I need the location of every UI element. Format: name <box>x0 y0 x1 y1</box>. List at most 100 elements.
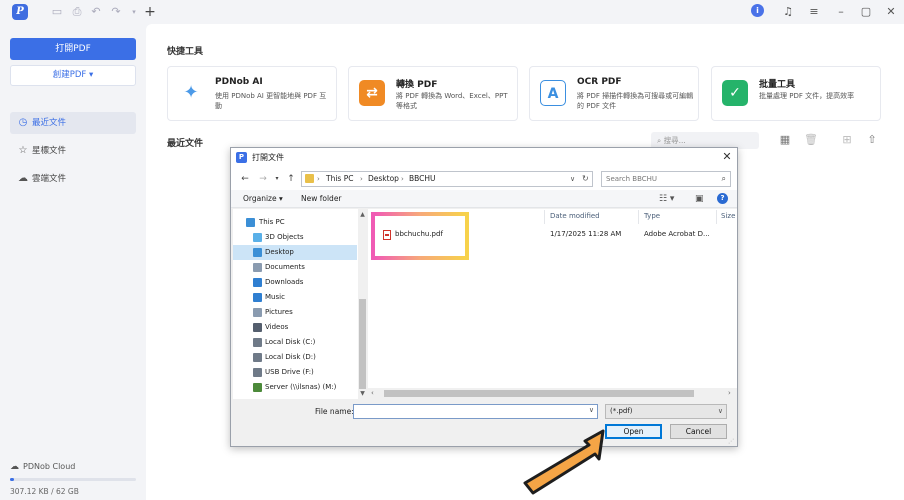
maximize-icon[interactable]: ▢ <box>858 4 874 20</box>
tool-card-convert-pdf[interactable]: ⇄ 轉換 PDF 將 PDF 轉換為 Word、Excel、PPT 等格式 <box>348 66 518 121</box>
file-type-value: (*.pdf) <box>610 407 633 415</box>
desktop-icon <box>253 248 262 257</box>
tree-item-downloads[interactable]: Downloads <box>233 275 357 290</box>
chevron-down-icon[interactable]: ∨ <box>570 172 575 186</box>
help-icon[interactable]: ? <box>717 193 728 204</box>
tool-card-batch[interactable]: ✓ 批量工具 批量處理 PDF 文件，提高效率 <box>711 66 881 121</box>
column-divider[interactable] <box>544 210 545 224</box>
scroll-down-icon[interactable]: ▼ <box>359 390 366 398</box>
breadcrumb-desktop[interactable]: Desktop <box>368 172 399 186</box>
column-divider[interactable] <box>716 210 717 224</box>
dialog-title-bar: P 打開文件 ✕ <box>231 148 737 168</box>
forward-arrow-icon[interactable]: → <box>257 173 269 185</box>
grid-view-icon[interactable]: ▦ <box>778 133 792 147</box>
file-type-select[interactable]: (*.pdf) ∨ <box>605 404 727 419</box>
scroll-right-icon[interactable]: › <box>728 389 731 397</box>
batch-check-icon: ✓ <box>722 80 748 106</box>
open-button[interactable]: Open <box>605 424 662 439</box>
tree-item-usb-drive[interactable]: USB Drive (F:) <box>233 365 357 380</box>
tree-item-videos[interactable]: Videos <box>233 320 357 335</box>
breadcrumb-this-pc[interactable]: This PC <box>326 172 353 186</box>
trash-icon[interactable]: 🗑 <box>804 133 818 147</box>
tree-item-label: Music <box>265 293 285 301</box>
back-arrow-icon[interactable]: ← <box>239 173 251 185</box>
view-options-icon[interactable]: ☷ ▾ <box>659 193 674 205</box>
recent-locations-icon[interactable]: ▾ <box>271 173 283 185</box>
tree-item-desktop[interactable]: Desktop <box>233 245 357 260</box>
preview-pane-icon[interactable]: ▣ <box>695 193 704 205</box>
pdnob-cloud-label[interactable]: ☁ PDNob Cloud <box>10 462 75 472</box>
resize-grip-icon[interactable]: ⋰ <box>728 438 734 445</box>
close-icon[interactable]: ✕ <box>721 151 733 163</box>
scroll-up-icon[interactable]: ▲ <box>359 211 366 219</box>
add-folder-icon[interactable]: ⊞ <box>840 133 854 147</box>
file-list-horizontal-scrollbar[interactable]: ‹ › <box>368 388 737 399</box>
tree-item-label: Desktop <box>265 248 294 256</box>
tree-item-local-disk-c[interactable]: Local Disk (C:) <box>233 335 357 350</box>
info-icon[interactable]: i <box>751 4 764 17</box>
horizontal-scrollbar-thumb[interactable] <box>384 390 694 397</box>
open-pdf-button[interactable]: 打開PDF <box>10 38 136 60</box>
file-name-input[interactable]: ∨ <box>353 404 598 419</box>
tree-scrollbar-thumb[interactable] <box>359 299 366 389</box>
new-tab-icon[interactable]: + <box>143 5 157 19</box>
bell-icon[interactable]: ♫ <box>780 4 796 20</box>
breadcrumb-separator-icon: › <box>317 175 320 183</box>
chevron-down-icon[interactable]: ∨ <box>589 406 594 414</box>
tree-item-label: USB Drive (F:) <box>265 368 314 376</box>
tree-item-music[interactable]: Music <box>233 290 357 305</box>
app-logo-icon: P <box>12 4 28 20</box>
close-icon[interactable]: ✕ <box>883 4 899 20</box>
cancel-button[interactable]: Cancel <box>670 424 727 439</box>
title-bar: P ▭ ⎙ ↶ ↷ ▾ + i ♫ ≡ – ▢ ✕ <box>0 0 904 24</box>
print-icon[interactable]: ⎙ <box>70 5 84 19</box>
download-icon <box>253 278 262 287</box>
file-name-label: File name: <box>315 407 354 416</box>
tree-scrollbar[interactable]: ▲ ▼ <box>358 209 367 399</box>
chevron-down-icon: ∨ <box>717 407 723 415</box>
new-folder-button[interactable]: New folder <box>301 193 342 205</box>
save-icon[interactable]: ▭ <box>50 5 64 19</box>
ai-sparkle-icon: ✦ <box>183 82 199 103</box>
breadcrumb-bbchu[interactable]: BBCHU <box>409 172 436 186</box>
redo-icon[interactable]: ↷ <box>109 5 123 19</box>
tree-item-3d-objects[interactable]: 3D Objects <box>233 230 357 245</box>
up-arrow-icon[interactable]: ↑ <box>285 173 297 185</box>
column-header-date[interactable]: Date modified <box>550 212 600 220</box>
tree-item-server[interactable]: Server (\\ilsnas) (M:) <box>233 380 357 395</box>
share-icon[interactable]: ⇧ <box>865 133 879 147</box>
create-pdf-button[interactable]: 創建PDF ▾ <box>10 65 136 86</box>
column-header-size[interactable]: Size <box>721 212 735 220</box>
dialog-title: 打開文件 <box>252 153 284 162</box>
tree-item-this-pc[interactable]: This PC <box>233 215 357 230</box>
search-icon: ⌕ <box>721 174 726 183</box>
tool-card-pdnob-ai[interactable]: ✦ PDNob AI 使用 PDNob AI 更智能地與 PDF 互動 <box>167 66 337 121</box>
tree-item-label: 3D Objects <box>265 233 304 241</box>
sidebar-item-recent[interactable]: ◷ 最近文件 <box>10 112 136 134</box>
column-header-type[interactable]: Type <box>644 212 660 220</box>
tree-item-pictures[interactable]: Pictures <box>233 305 357 320</box>
dropdown-icon[interactable]: ▾ <box>127 5 141 19</box>
tree-item-local-disk-d[interactable]: Local Disk (D:) <box>233 350 357 365</box>
organize-button[interactable]: Organize ▾ <box>243 193 283 205</box>
undo-icon[interactable]: ↶ <box>89 5 103 19</box>
sidebar-item-starred[interactable]: ☆ 星標文件 <box>10 140 136 162</box>
menu-icon[interactable]: ≡ <box>806 4 822 20</box>
tool-card-ocr-pdf[interactable]: A OCR PDF 將 PDF 掃描件轉換為可搜尋或可編輯的 PDF 文件 <box>529 66 699 121</box>
command-bar: Organize ▾ New folder ☷ ▾ ▣ ? <box>231 190 737 208</box>
tree-item-documents[interactable]: Documents <box>233 260 357 275</box>
tree-item-label: Server (\\ilsnas) (M:) <box>265 383 337 391</box>
scroll-left-icon[interactable]: ‹ <box>371 389 374 397</box>
sidebar-item-cloud[interactable]: ☁ 雲端文件 <box>10 168 136 190</box>
file-type: Adobe Acrobat D... <box>644 230 710 238</box>
tool-name: 轉換 PDF <box>396 80 438 90</box>
network-drive-icon <box>253 383 262 392</box>
document-icon <box>253 263 262 272</box>
address-bar[interactable]: › This PC › Desktop › BBCHU ∨ ↻ <box>301 171 593 187</box>
refresh-icon[interactable]: ↻ <box>582 172 589 186</box>
tree-item-label: This PC <box>259 218 285 226</box>
breadcrumb-separator-icon: › <box>360 175 363 183</box>
minimize-icon[interactable]: – <box>833 4 849 20</box>
column-divider[interactable] <box>638 210 639 224</box>
dialog-search-input[interactable]: Search BBCHU ⌕ <box>601 171 731 187</box>
